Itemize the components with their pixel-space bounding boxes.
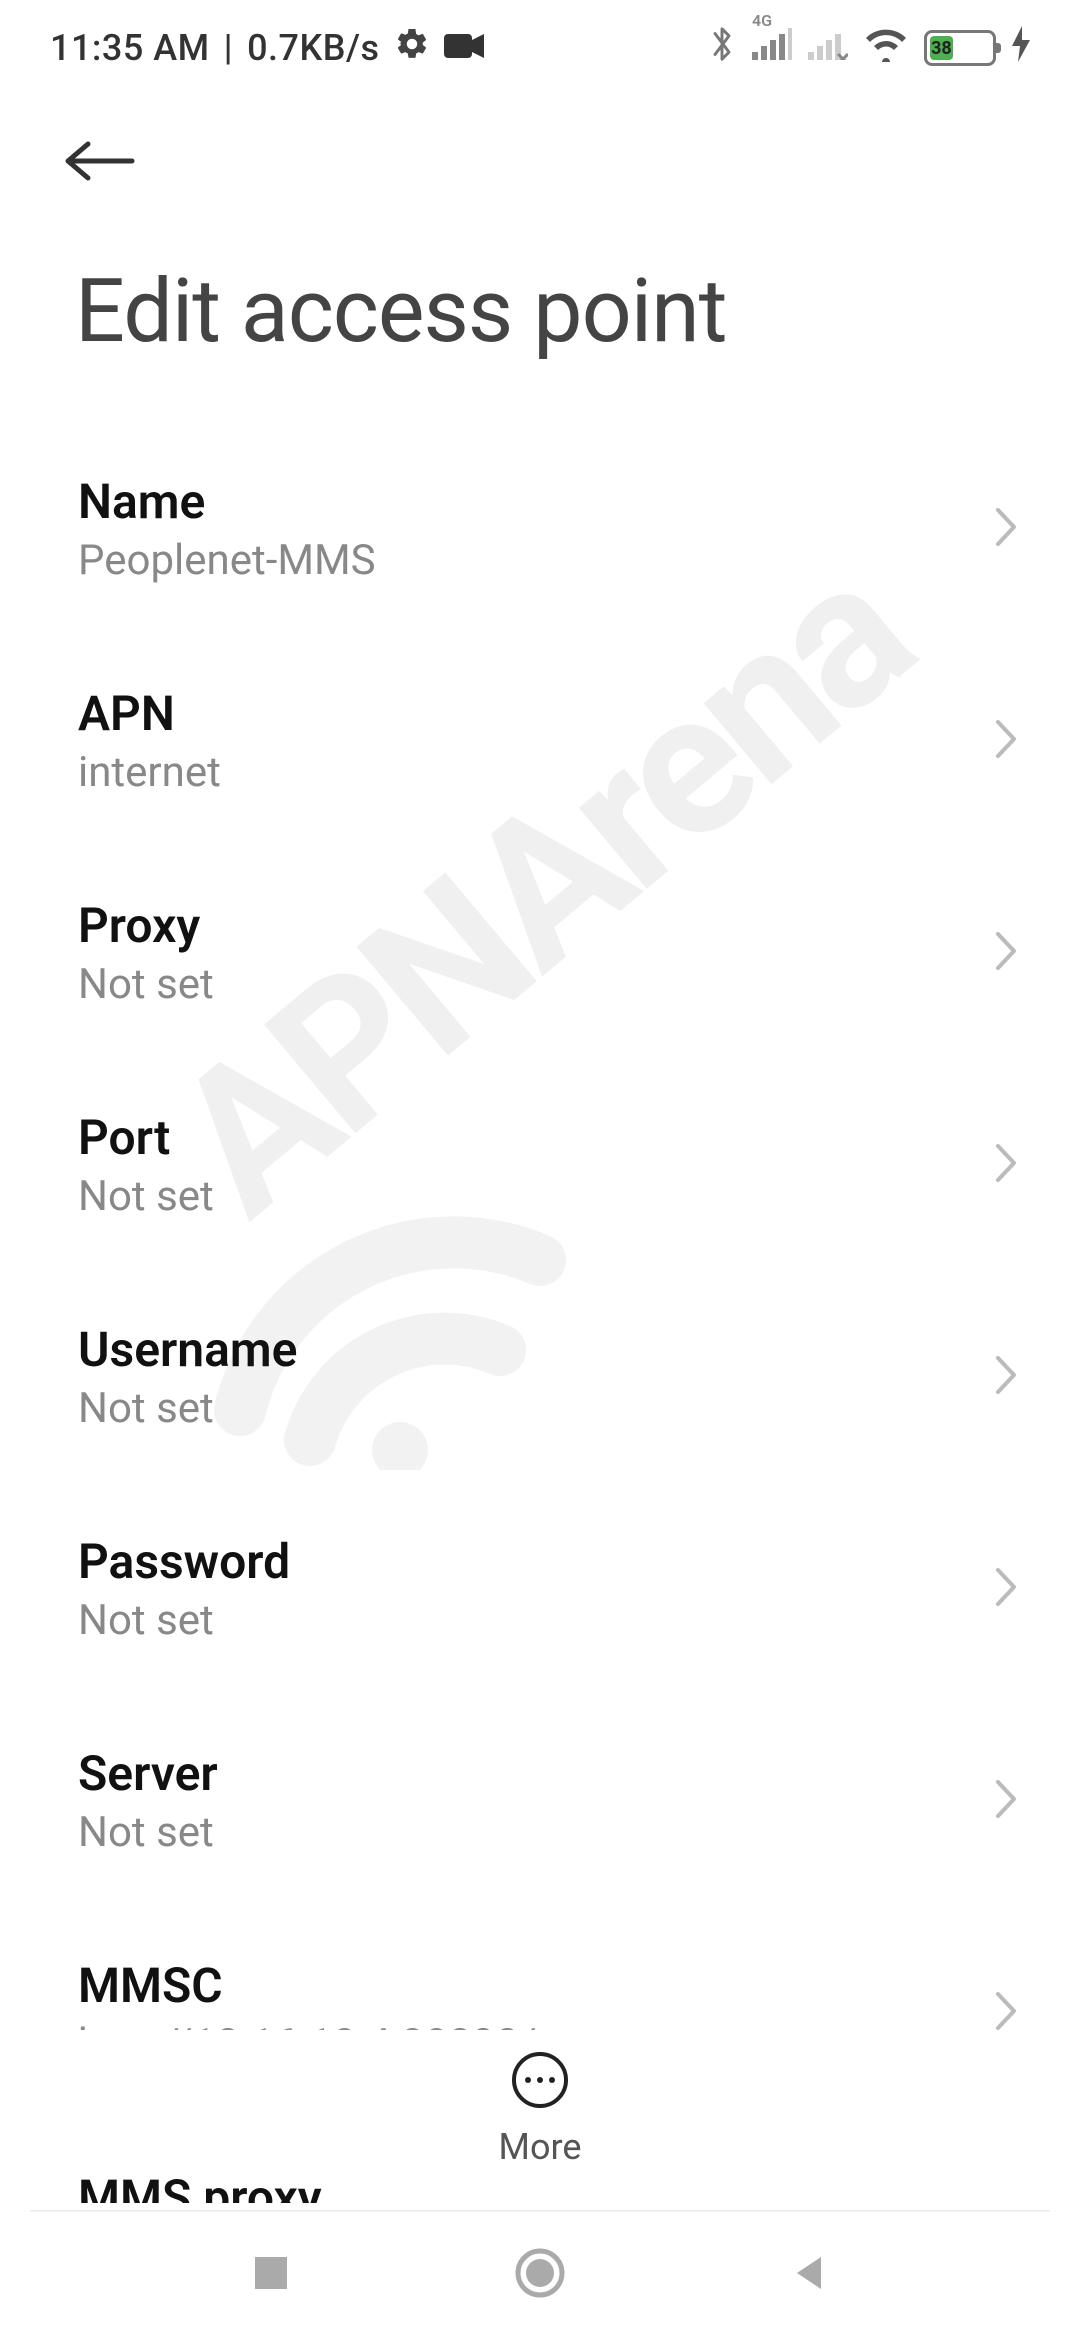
settings-item-label: MMS proxy <box>78 2169 972 2203</box>
settings-item-label: Password <box>78 1533 972 1590</box>
settings-item-value: internet <box>78 748 972 797</box>
chevron-right-icon <box>992 716 1020 766</box>
nav-home-button[interactable] <box>512 2245 568 2305</box>
chevron-right-icon <box>992 504 1020 554</box>
settings-item-label: Proxy <box>78 897 972 954</box>
settings-item-name[interactable]: Name Peoplenet-MMS <box>0 423 1080 635</box>
nav-recent-button[interactable] <box>249 2251 293 2299</box>
status-time: 11:35 AM <box>50 27 210 69</box>
settings-item-label: Name <box>78 473 972 530</box>
settings-item-port[interactable]: Port Not set <box>0 1059 1080 1271</box>
settings-item-apn[interactable]: APN internet <box>0 635 1080 847</box>
content: Edit access point Name Peoplenet-MMS APN… <box>0 96 1080 2203</box>
nav-back-button[interactable] <box>787 2251 831 2299</box>
settings-item-label: Port <box>78 1109 972 1166</box>
wifi-icon <box>864 26 908 71</box>
chevron-right-icon <box>992 1776 1020 1826</box>
status-bar: 11:35 AM | 0.7KB/s 4G 38 <box>0 0 1080 96</box>
more-label: More <box>499 2126 582 2168</box>
status-separator: | <box>224 27 233 69</box>
chevron-right-icon <box>992 928 1020 978</box>
chevron-right-icon <box>992 1140 1020 1190</box>
bottom-divider <box>30 2210 1050 2212</box>
settings-item-proxy[interactable]: Proxy Not set <box>0 847 1080 1059</box>
settings-item-value: Not set <box>78 1596 972 1645</box>
status-speed: 0.7KB/s <box>247 27 379 69</box>
status-left: 11:35 AM | 0.7KB/s <box>50 26 484 71</box>
signal-no-sim-icon <box>808 27 848 69</box>
settings-item-server[interactable]: Server Not set <box>0 1695 1080 1907</box>
signal-4g-icon: 4G <box>752 27 792 69</box>
gear-icon <box>394 26 430 71</box>
settings-item-value: Not set <box>78 960 972 1009</box>
bluetooth-icon <box>708 24 736 73</box>
settings-item-label: APN <box>78 685 972 742</box>
battery-level: 38 <box>930 36 953 60</box>
settings-item-value: Not set <box>78 1172 972 1221</box>
settings-item-label: Username <box>78 1321 972 1378</box>
battery-icon: 38 <box>924 30 996 66</box>
back-button[interactable] <box>60 171 140 190</box>
more-icon <box>510 2050 570 2114</box>
settings-item-value: Not set <box>78 1808 972 1857</box>
settings-list: Name Peoplenet-MMS APN internet Prox <box>0 423 1080 2203</box>
settings-item-value: Not set <box>78 1384 972 1433</box>
settings-item-password[interactable]: Password Not set <box>0 1483 1080 1695</box>
page-title: Edit access point <box>0 190 1080 423</box>
settings-item-username[interactable]: Username Not set <box>0 1271 1080 1483</box>
settings-item-label: Server <box>78 1745 972 1802</box>
chevron-right-icon <box>992 1564 1020 1614</box>
settings-item-value: Peoplenet-MMS <box>78 536 972 585</box>
more-button[interactable]: More <box>0 2030 1080 2168</box>
status-right: 4G 38 <box>708 24 1030 73</box>
camera-icon <box>444 27 484 69</box>
chevron-right-icon <box>992 2200 1020 2203</box>
charging-icon <box>1012 26 1030 71</box>
chevron-right-icon <box>992 1352 1020 1402</box>
navigation-bar <box>0 2220 1080 2340</box>
settings-item-label: MMSC <box>78 1957 972 2014</box>
